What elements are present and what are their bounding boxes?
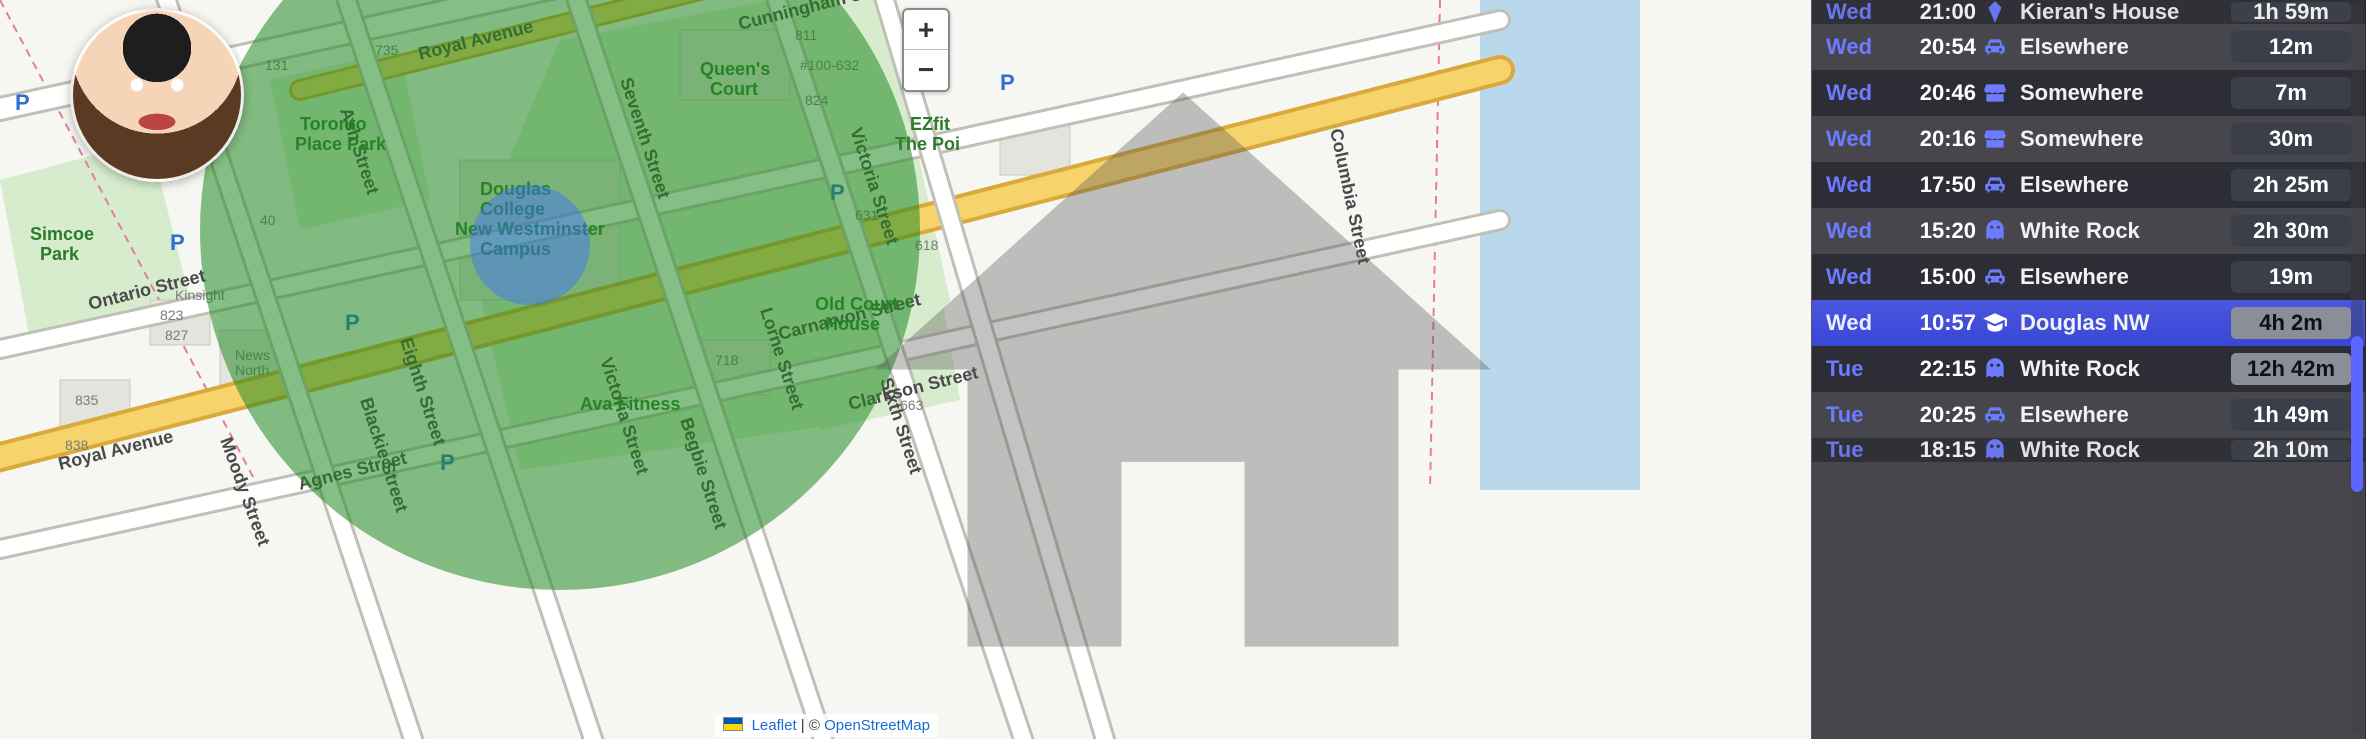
row-day: Tue — [1826, 356, 1890, 382]
car-icon — [1976, 34, 2014, 60]
row-time: 17:50 — [1890, 172, 1976, 198]
row-place: Elsewhere — [2014, 402, 2231, 428]
row-day: Wed — [1826, 34, 1890, 60]
timeline-panel: Wed21:00Kieran's House1h 59mWed20:54Else… — [1811, 0, 2366, 739]
row-day: Wed — [1826, 126, 1890, 152]
ghost-icon — [1976, 356, 2014, 382]
row-day: Wed — [1826, 172, 1890, 198]
store-icon — [1976, 80, 2014, 106]
timeline-row[interactable]: Tue18:15 White Rock2h 10m — [1812, 438, 2365, 462]
row-day: Wed — [1826, 80, 1890, 106]
row-duration: 2h 10m — [2231, 440, 2351, 460]
row-duration: 2h 25m — [2231, 169, 2351, 201]
diamond-icon — [1976, 0, 2014, 24]
row-time: 21:00 — [1890, 0, 1976, 24]
row-duration: 7m — [2231, 77, 2351, 109]
scrollbar-thumb[interactable] — [2351, 336, 2363, 492]
education-icon — [1976, 310, 2014, 336]
car-icon — [1976, 264, 2014, 290]
row-time: 15:20 — [1890, 218, 1976, 244]
row-place: White Rock — [2014, 438, 2231, 462]
row-time: 18:15 — [1890, 438, 1976, 462]
timeline-row[interactable]: Wed20:16 Somewhere30m — [1812, 116, 2365, 162]
row-day: Tue — [1826, 402, 1890, 428]
row-time: 10:57 — [1890, 310, 1976, 336]
row-duration: 19m — [2231, 261, 2351, 293]
row-place: White Rock — [2014, 356, 2231, 382]
timeline-row[interactable]: Wed15:20 White Rock2h 30m — [1812, 208, 2365, 254]
car-icon — [1976, 172, 2014, 198]
row-duration: 12m — [2231, 31, 2351, 63]
timeline-row[interactable]: Wed20:54 Elsewhere12m — [1812, 24, 2365, 70]
row-day: Wed — [1826, 0, 1890, 24]
timeline-row[interactable]: Tue20:25 Elsewhere1h 49m — [1812, 392, 2365, 438]
timeline-row[interactable]: Wed15:00 Elsewhere19m — [1812, 254, 2365, 300]
row-time: 20:46 — [1890, 80, 1976, 106]
row-place: Douglas NW — [2014, 310, 2231, 336]
row-day: Tue — [1826, 438, 1890, 462]
row-time: 20:54 — [1890, 34, 1976, 60]
row-day: Wed — [1826, 218, 1890, 244]
ghost-icon — [1976, 438, 2014, 462]
row-place: Somewhere — [2014, 126, 2231, 152]
car-icon — [1976, 402, 2014, 428]
row-place: Elsewhere — [2014, 264, 2231, 290]
row-duration: 1h 49m — [2231, 399, 2351, 431]
row-time: 20:16 — [1890, 126, 1976, 152]
row-duration: 1h 59m — [2231, 2, 2351, 22]
row-place: Kieran's House — [2014, 0, 2231, 24]
timeline-row[interactable]: Wed17:50 Elsewhere2h 25m — [1812, 162, 2365, 208]
row-duration: 30m — [2231, 123, 2351, 155]
row-place: Elsewhere — [2014, 172, 2231, 198]
row-time: 20:25 — [1890, 402, 1976, 428]
row-duration: 2h 30m — [2231, 215, 2351, 247]
ghost-icon — [1976, 218, 2014, 244]
row-place: White Rock — [2014, 218, 2231, 244]
timeline-row[interactable]: Wed20:46 Somewhere7m — [1812, 70, 2365, 116]
row-day: Wed — [1826, 264, 1890, 290]
row-time: 22:15 — [1890, 356, 1976, 382]
row-place: Somewhere — [2014, 80, 2231, 106]
store-icon — [1976, 126, 2014, 152]
timeline-row[interactable]: Tue22:15 White Rock12h 42m — [1812, 346, 2365, 392]
row-place: Elsewhere — [2014, 34, 2231, 60]
row-day: Wed — [1826, 310, 1890, 336]
row-time: 15:00 — [1890, 264, 1976, 290]
timeline-row[interactable]: Wed10:57 Douglas NW4h 2m — [1812, 300, 2365, 346]
row-duration: 4h 2m — [2231, 307, 2351, 339]
timeline-row[interactable]: Wed21:00 Kieran's House1h 59m — [1812, 0, 2365, 24]
row-duration: 12h 42m — [2231, 353, 2351, 385]
